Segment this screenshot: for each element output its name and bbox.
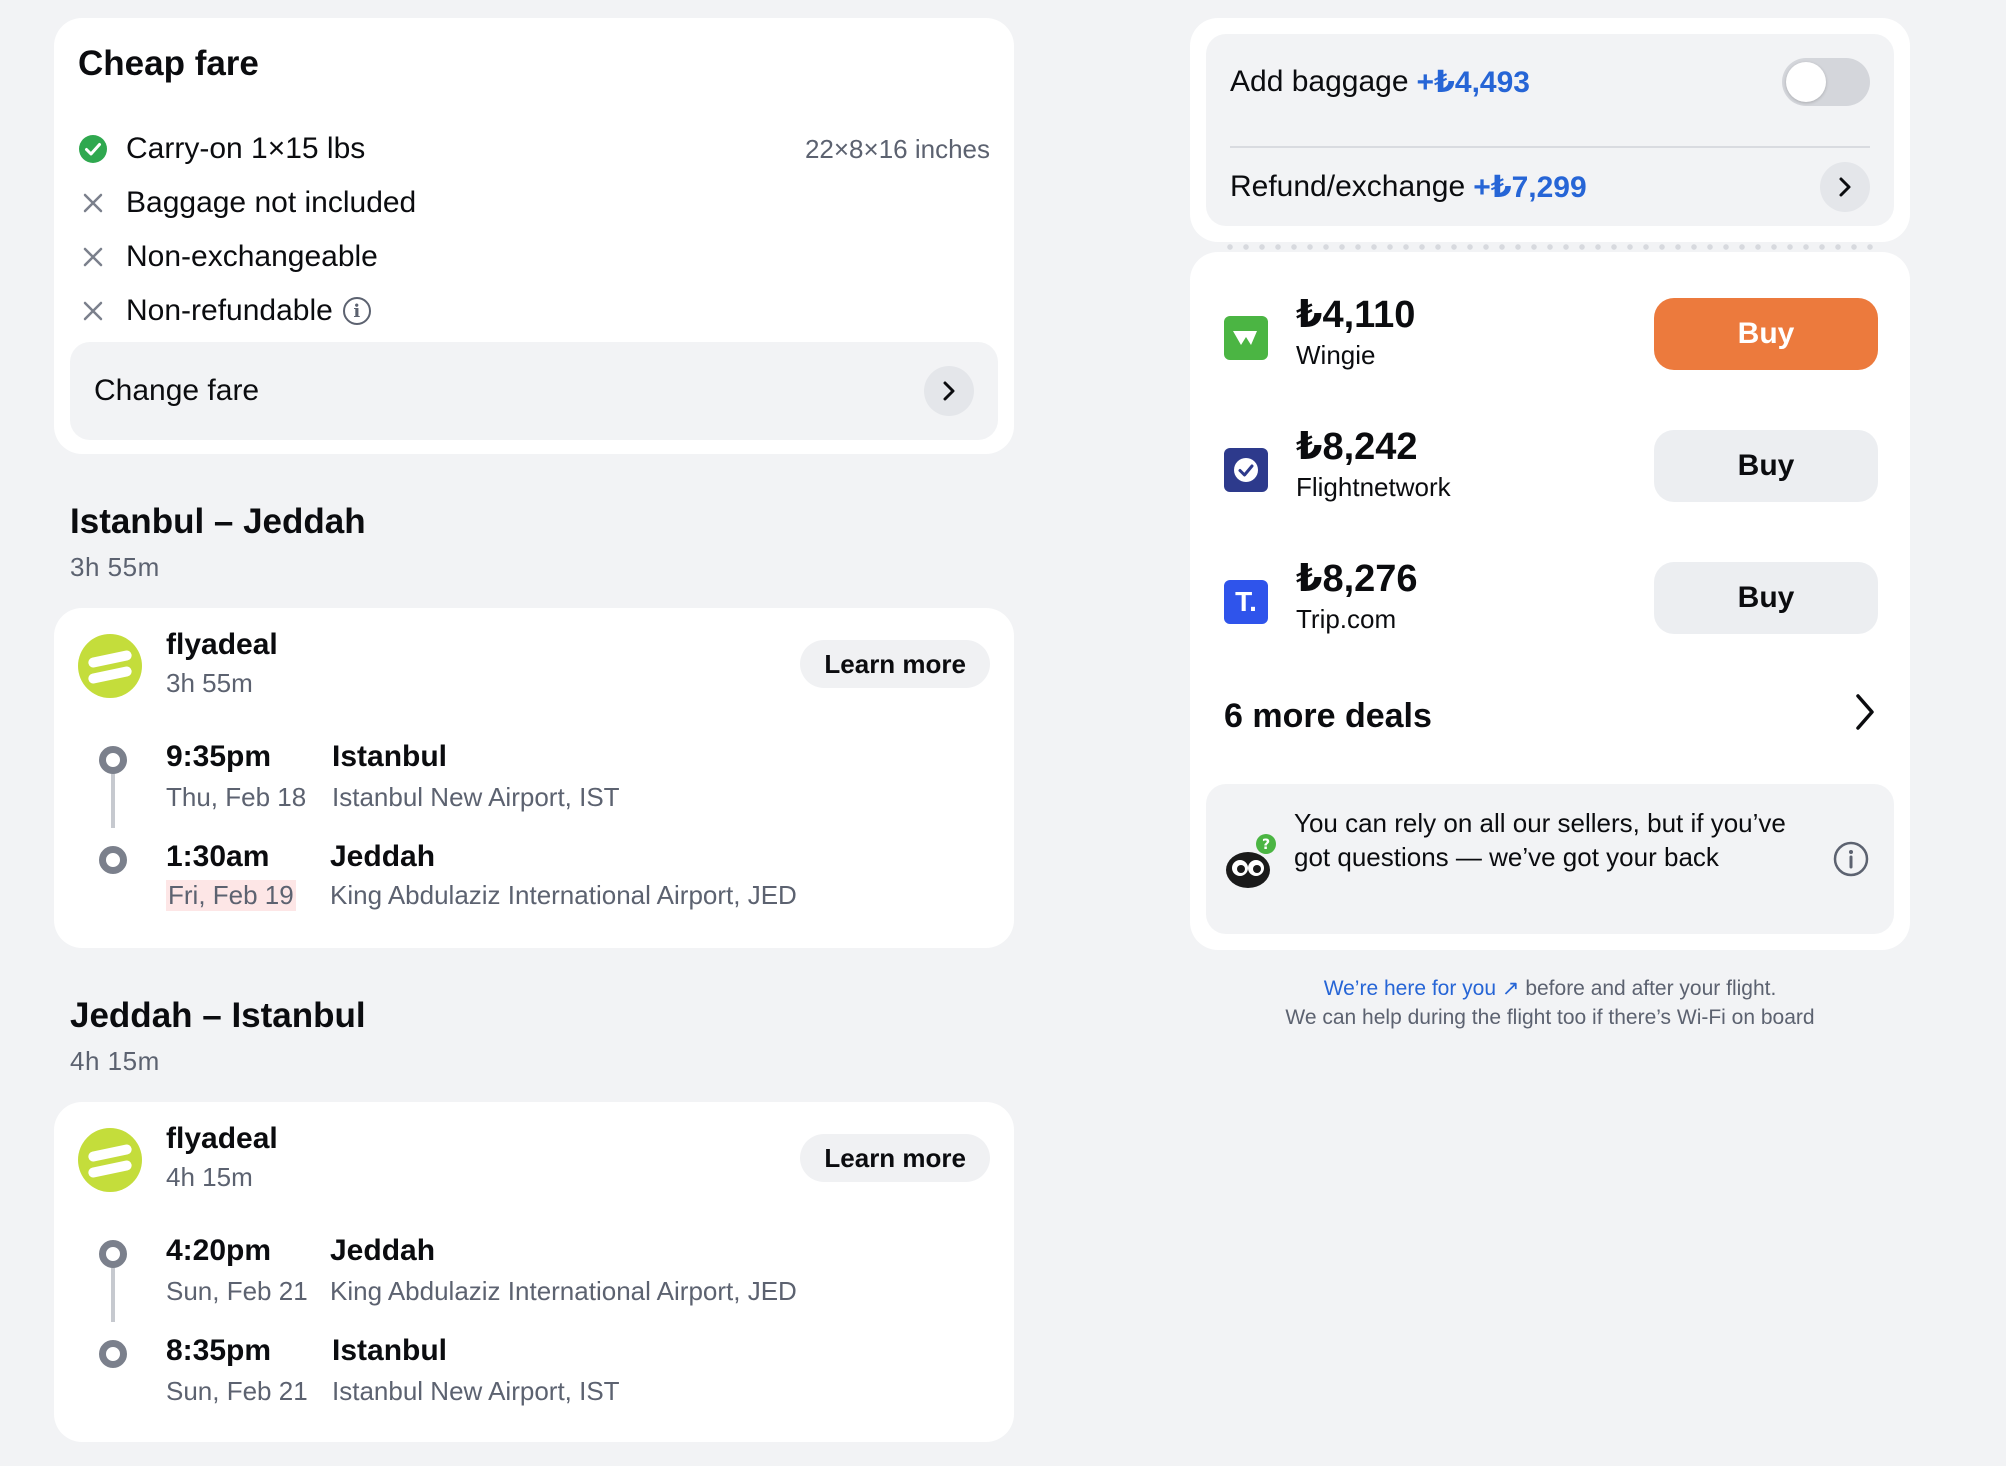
- refund-label: Refund/exchange: [1230, 170, 1466, 203]
- departure-date: Sun, Feb 21: [166, 1276, 308, 1306]
- offer-seller: Flightnetwork: [1296, 472, 1451, 502]
- info-icon[interactable]: i: [342, 297, 371, 325]
- chevron-right-icon: [1852, 692, 1878, 741]
- fare-title: Cheap fare: [78, 44, 259, 83]
- departure-city: Jeddah: [330, 1234, 436, 1267]
- flyadeal-logo: [78, 634, 142, 698]
- refund-exchange-row[interactable]: Refund/exchange +₺7,299: [1230, 148, 1870, 226]
- departure-airport: Istanbul New Airport, IST: [332, 782, 620, 812]
- departure-time: 4:20pm: [166, 1234, 272, 1267]
- fare-item-refund: Non-refundable i: [78, 288, 990, 334]
- route-title: Jeddah – Istanbul: [70, 996, 366, 1035]
- buy-button[interactable]: Buy: [1654, 430, 1878, 502]
- extras-card: Add baggage +₺4,493 Refund/exchange +₺7,…: [1190, 18, 1910, 242]
- arrival-city: Jeddah: [330, 840, 436, 873]
- segment-card: flyadeal 4h 15m Learn more 4:20pm Sun, F…: [54, 1102, 1014, 1442]
- buy-button[interactable]: Buy: [1654, 562, 1878, 634]
- segment-card: flyadeal 3h 55m Learn more 9:35pm Thu, F…: [54, 608, 1014, 948]
- airline-name: flyadeal: [166, 1122, 278, 1155]
- route-title: Istanbul – Jeddah: [70, 502, 366, 541]
- arrival-airport: Istanbul New Airport, IST: [332, 1376, 620, 1406]
- offer-seller: Trip.com: [1296, 604, 1397, 634]
- departure-dot: [99, 746, 127, 774]
- fare-item-carry-on: Carry-on 1×15 lbs 22×8×16 inches: [78, 126, 990, 172]
- carry-on-dimensions: 22×8×16 inches: [804, 133, 990, 164]
- help-line-2: We can help during the flight too if the…: [1285, 1006, 1815, 1029]
- arrival-airport: King Abdulaziz International Airport, JE…: [330, 880, 797, 910]
- check-circle-icon: [78, 134, 108, 164]
- route-duration: 3h 55m: [70, 552, 160, 582]
- departure-time: 9:35pm: [166, 740, 272, 773]
- buy-button[interactable]: Buy: [1654, 298, 1878, 370]
- airline-duration: 3h 55m: [166, 668, 253, 698]
- offer-seller: Wingie: [1296, 340, 1376, 370]
- route-duration: 4h 15m: [70, 1046, 160, 1076]
- baggage-toggle[interactable]: [1782, 58, 1870, 106]
- offer-wingie: ₺4,110 Wingie Buy: [1224, 294, 1878, 372]
- arrival-dot: [99, 846, 127, 874]
- offer-price: ₺4,110: [1296, 294, 1416, 336]
- arrival-date-next-day: Fri, Feb 19: [166, 880, 296, 911]
- info-icon[interactable]: [1832, 840, 1870, 883]
- help-note: We’re here for you ↗ before and after yo…: [1190, 974, 1910, 1032]
- arrival-time: 8:35pm: [166, 1334, 272, 1367]
- change-fare-button[interactable]: Change fare: [70, 342, 998, 440]
- departure-city: Istanbul: [332, 740, 448, 773]
- offer-trip-com: T. ₺8,276 Trip.com Buy: [1224, 558, 1878, 636]
- wingie-logo: [1224, 316, 1268, 360]
- support-link[interactable]: We’re here for you ↗: [1324, 977, 1520, 1000]
- svg-text:?: ?: [1262, 837, 1270, 853]
- add-baggage-label: Add baggage: [1230, 65, 1409, 98]
- departure-date: Thu, Feb 18: [166, 782, 307, 812]
- arrival-time: 1:30am: [166, 840, 270, 873]
- arrival-date: Sun, Feb 21: [166, 1376, 308, 1406]
- cross-icon: [78, 242, 108, 272]
- change-fare-label: Change fare: [94, 374, 260, 407]
- arrival-dot: [99, 1340, 127, 1368]
- trip-com-logo: T.: [1224, 580, 1268, 624]
- fare-item-text: Baggage not included: [126, 186, 417, 219]
- flightnetwork-logo: [1224, 448, 1268, 492]
- fare-item-baggage: Baggage not included: [78, 180, 990, 226]
- more-deals-label: 6 more deals: [1224, 696, 1432, 735]
- airline-name: flyadeal: [166, 628, 278, 661]
- fare-item-text: Carry-on 1×15 lbs: [126, 132, 366, 165]
- learn-more-button[interactable]: Learn more: [800, 1134, 990, 1182]
- refund-price: +₺7,299: [1473, 170, 1587, 204]
- seller-trust-box: ? You can rely on all our sellers, but i…: [1206, 784, 1894, 934]
- add-baggage-price: +₺4,493: [1416, 65, 1530, 99]
- more-deals-link[interactable]: 6 more deals: [1224, 686, 1878, 746]
- fare-item-text: Non-refundable: [126, 294, 333, 327]
- chevron-right-icon: [924, 366, 974, 416]
- add-baggage-row[interactable]: Add baggage +₺4,493: [1230, 34, 1870, 130]
- fare-item-exchange: Non-exchangeable: [78, 234, 990, 280]
- offer-price: ₺8,242: [1296, 426, 1418, 468]
- cross-icon: [78, 296, 108, 326]
- trust-message: You can rely on all our sellers, but if …: [1294, 808, 1786, 872]
- departure-airport: King Abdulaziz International Airport, JE…: [330, 1276, 797, 1306]
- fare-item-text: Non-exchangeable: [126, 240, 378, 273]
- departure-dot: [99, 1240, 127, 1268]
- support-mascot-icon: ?: [1222, 832, 1278, 897]
- chevron-right-icon: [1820, 162, 1870, 212]
- cross-icon: [78, 188, 108, 218]
- learn-more-button[interactable]: Learn more: [800, 640, 990, 688]
- flyadeal-logo: [78, 1128, 142, 1192]
- airline-duration: 4h 15m: [166, 1162, 253, 1192]
- help-line-1: before and after your flight.: [1519, 977, 1777, 1000]
- offer-price: ₺8,276: [1296, 558, 1418, 600]
- arrival-city: Istanbul: [332, 1334, 448, 1367]
- offers-card: ₺4,110 Wingie Buy ₺8,242 Flightnetwork B…: [1190, 252, 1910, 950]
- offer-flightnetwork: ₺8,242 Flightnetwork Buy: [1224, 426, 1878, 504]
- fare-card: Cheap fare Carry-on 1×15 lbs 22×8×16 inc…: [54, 18, 1014, 454]
- ticket-perforation: [1222, 244, 1878, 250]
